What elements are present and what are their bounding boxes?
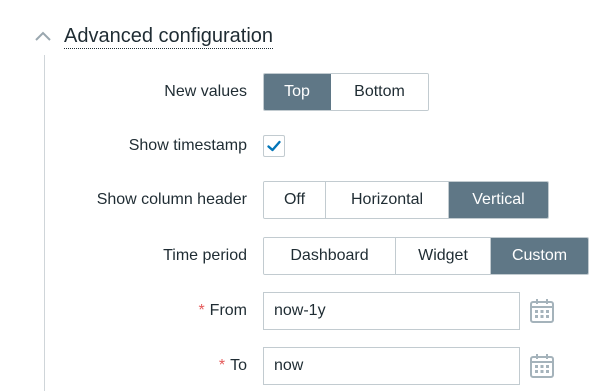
time-period-custom-option[interactable]: Custom — [491, 238, 588, 274]
show-column-header-label: Show column header — [96, 191, 247, 208]
new-values-segmented-control: Top Bottom — [263, 73, 429, 111]
to-input[interactable]: now — [263, 347, 520, 385]
new-values-bottom-option[interactable]: Bottom — [331, 74, 428, 110]
column-header-horizontal-option[interactable]: Horizontal — [326, 182, 449, 218]
column-header-vertical-option[interactable]: Vertical — [449, 182, 548, 218]
from-label: * From — [198, 301, 247, 321]
required-marker: * — [218, 357, 226, 374]
new-values-top-option[interactable]: Top — [264, 74, 331, 110]
to-label: * To — [219, 356, 247, 376]
calendar-icon[interactable] — [529, 353, 555, 379]
checkmark-icon — [267, 140, 281, 152]
chevron-up-icon — [35, 31, 51, 41]
show-timestamp-checkbox[interactable] — [263, 135, 285, 157]
new-values-label: New values — [164, 83, 247, 100]
time-period-dashboard-option[interactable]: Dashboard — [264, 238, 396, 274]
time-period-segmented-control: Dashboard Widget Custom — [263, 237, 589, 275]
advanced-configuration-toggle[interactable]: Advanced configuration — [34, 22, 274, 50]
section-divider-line — [44, 55, 45, 391]
time-period-widget-option[interactable]: Widget — [396, 238, 491, 274]
column-header-off-option[interactable]: Off — [264, 182, 326, 218]
to-label-text: To — [230, 357, 247, 374]
from-label-text: From — [209, 302, 247, 319]
required-marker: * — [198, 302, 205, 319]
calendar-icon[interactable] — [529, 298, 555, 324]
show-timestamp-label: Show timestamp — [128, 137, 247, 154]
section-title: Advanced configuration — [64, 24, 274, 49]
column-header-segmented-control: Off Horizontal Vertical — [263, 181, 549, 219]
from-input[interactable]: now-1y — [263, 292, 520, 330]
time-period-label: Time period — [163, 247, 247, 264]
